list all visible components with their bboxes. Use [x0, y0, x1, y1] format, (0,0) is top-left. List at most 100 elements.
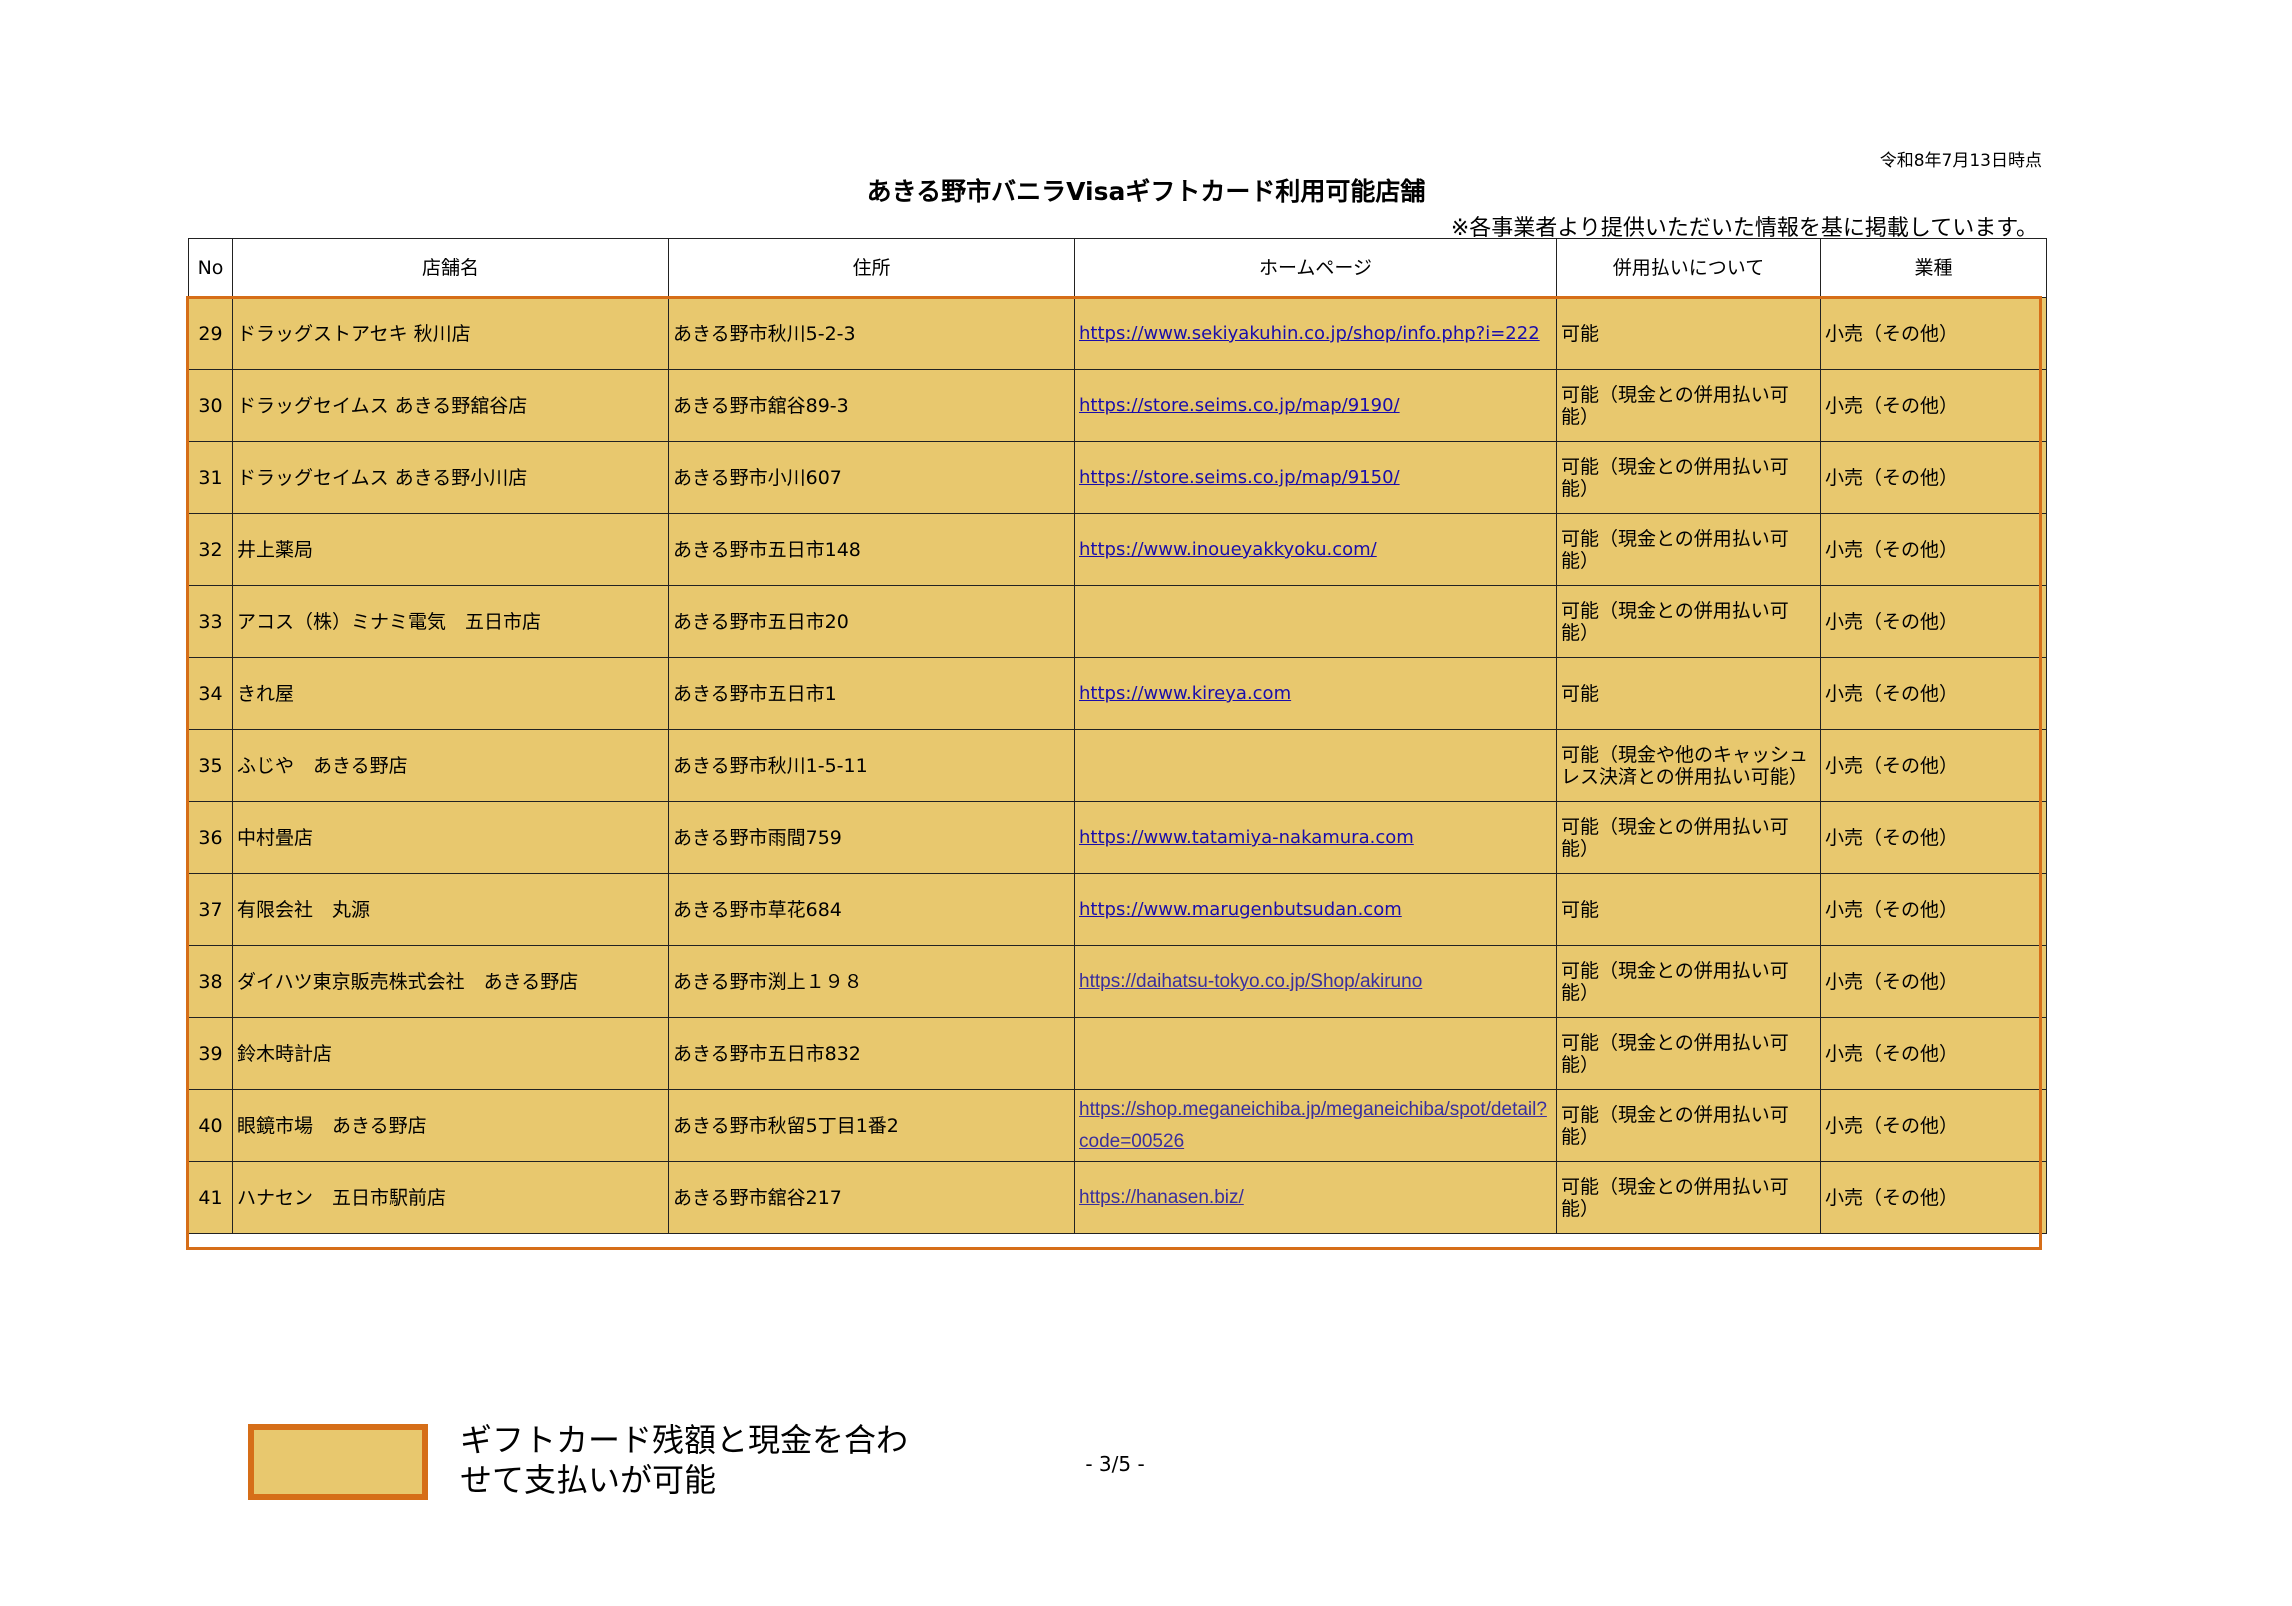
- cell-category: 小売（その他）: [1820, 585, 2047, 658]
- cell-homepage: [1074, 729, 1557, 802]
- cell-category: 小売（その他）: [1820, 801, 2047, 874]
- homepage-link[interactable]: https://www.inoueyakkyoku.com/: [1079, 539, 1377, 560]
- cell-payment: 可能（現金や他のキャッシュレス決済との併用払い可能）: [1556, 729, 1821, 802]
- cell-store-name: 眼鏡市場 あきる野店: [232, 1089, 669, 1162]
- cell-category: 小売（その他）: [1820, 729, 2047, 802]
- cell-category: 小売（その他）: [1820, 1017, 2047, 1090]
- homepage-link[interactable]: https://www.tatamiya-nakamura.com: [1079, 827, 1414, 848]
- cell-store-name: ハナセン 五日市駅前店: [232, 1161, 669, 1234]
- cell-no: 40: [188, 1089, 233, 1162]
- cell-payment: 可能: [1556, 873, 1821, 946]
- homepage-link[interactable]: https://store.seims.co.jp/map/9150/: [1079, 467, 1400, 488]
- cell-category: 小売（その他）: [1820, 657, 2047, 730]
- homepage-link[interactable]: https://daihatsu-tokyo.co.jp/Shop/akirun…: [1079, 971, 1422, 992]
- cell-address: あきる野市五日市20: [668, 585, 1075, 658]
- cell-homepage: https://www.kireya.com: [1074, 657, 1557, 730]
- cell-address: あきる野市秋川5-2-3: [668, 297, 1075, 370]
- table-row: 40 眼鏡市場 あきる野店 あきる野市秋留5丁目1番2 https://shop.me…: [188, 1089, 2047, 1162]
- cell-homepage: https://store.seims.co.jp/map/9190/: [1074, 369, 1557, 442]
- cell-no: 39: [188, 1017, 233, 1090]
- table-row: 39 鈴木時計店 あきる野市五日市832 可能（現金との併用払い可能） 小売（その他）: [188, 1017, 2047, 1090]
- cell-address: あきる野市舘谷217: [668, 1161, 1075, 1234]
- cell-no: 30: [188, 369, 233, 442]
- cell-store-name: 有限会社 丸源: [232, 873, 669, 946]
- cell-address: あきる野市舘谷89-3: [668, 369, 1075, 442]
- cell-category: 小売（その他）: [1820, 873, 2047, 946]
- cell-payment: 可能: [1556, 657, 1821, 730]
- homepage-link[interactable]: https://hanasen.biz/: [1079, 1187, 1244, 1208]
- cell-payment: 可能（現金との併用払い可能）: [1556, 369, 1821, 442]
- cell-category: 小売（その他）: [1820, 513, 2047, 586]
- homepage-link[interactable]: https://www.sekiyakuhin.co.jp/shop/info.…: [1079, 323, 1540, 344]
- cell-homepage: [1074, 1017, 1557, 1090]
- column-header-no: No: [188, 238, 233, 298]
- cell-payment: 可能（現金との併用払い可能）: [1556, 1089, 1821, 1162]
- cell-category: 小売（その他）: [1820, 945, 2047, 1018]
- table-row: 33 アコス（株）ミナミ電気 五日市店 あきる野市五日市20 可能（現金との併用払い可…: [188, 585, 2047, 658]
- cell-address: あきる野市五日市1: [668, 657, 1075, 730]
- legend-swatch: [248, 1424, 428, 1500]
- cell-homepage: https://www.marugenbutsudan.com: [1074, 873, 1557, 946]
- table-row: 36 中村畳店 あきる野市雨間759 https://www.tatamiya-nak…: [188, 801, 2047, 874]
- cell-store-name: 鈴木時計店: [232, 1017, 669, 1090]
- column-header-payment: 併用払いについて: [1556, 238, 1821, 298]
- page-title: あきる野市バニラVisaギフトカード利用可能店舗: [866, 177, 1426, 206]
- cell-store-name: アコス（株）ミナミ電気 五日市店: [232, 585, 669, 658]
- cell-homepage: https://shop.meganeichiba.jp/meganeichib…: [1074, 1089, 1557, 1162]
- cell-no: 32: [188, 513, 233, 586]
- table-header-row: No 店舗名 住所 ホームページ 併用払いについて 業種: [188, 238, 2047, 298]
- table-row: 32 井上薬局 あきる野市五日市148 https://www.inoueyakkyo…: [188, 513, 2047, 586]
- cell-category: 小売（その他）: [1820, 441, 2047, 514]
- homepage-link[interactable]: https://store.seims.co.jp/map/9190/: [1079, 395, 1400, 416]
- cell-homepage: https://store.seims.co.jp/map/9150/: [1074, 441, 1557, 514]
- cell-payment: 可能（現金との併用払い可能）: [1556, 441, 1821, 514]
- store-table: No 店舗名 住所 ホームページ 併用払いについて 業種 29 ドラッグストアセキ…: [188, 238, 2047, 1234]
- homepage-link[interactable]: https://www.marugenbutsudan.com: [1079, 899, 1402, 920]
- cell-address: あきる野市雨間759: [668, 801, 1075, 874]
- cell-category: 小売（その他）: [1820, 297, 2047, 370]
- page-number: - 3/5 -: [1085, 1452, 1145, 1476]
- cell-payment: 可能（現金との併用払い可能）: [1556, 1161, 1821, 1234]
- cell-address: あきる野市秋留5丁目1番2: [668, 1089, 1075, 1162]
- cell-address: あきる野市秋川1-5-11: [668, 729, 1075, 802]
- cell-homepage: https://www.sekiyakuhin.co.jp/shop/info.…: [1074, 297, 1557, 370]
- cell-no: 34: [188, 657, 233, 730]
- cell-address: あきる野市五日市148: [668, 513, 1075, 586]
- table-row: 37 有限会社 丸源 あきる野市草花684 https://www.marugenbu…: [188, 873, 2047, 946]
- cell-payment: 可能（現金との併用払い可能）: [1556, 1017, 1821, 1090]
- table-row: 29 ドラッグストアセキ 秋川店 あきる野市秋川5-2-3 https://www.s…: [188, 297, 2047, 370]
- cell-no: 37: [188, 873, 233, 946]
- cell-payment: 可能: [1556, 297, 1821, 370]
- homepage-link[interactable]: https://www.kireya.com: [1079, 683, 1291, 704]
- cell-store-name: ドラッグストアセキ 秋川店: [232, 297, 669, 370]
- table-row: 31 ドラッグセイムス あきる野小川店 あきる野市小川607 https://stor…: [188, 441, 2047, 514]
- table-row: 38 ダイハツ東京販売株式会社 あきる野店 あきる野市渕上１９８ https://da…: [188, 945, 2047, 1018]
- table-row: 30 ドラッグセイムス あきる野舘谷店 あきる野市舘谷89-3 https://sto…: [188, 369, 2047, 442]
- cell-store-name: ダイハツ東京販売株式会社 あきる野店: [232, 945, 669, 1018]
- column-header-homepage: ホームページ: [1074, 238, 1557, 298]
- cell-payment: 可能（現金との併用払い可能）: [1556, 585, 1821, 658]
- cell-homepage: https://daihatsu-tokyo.co.jp/Shop/akirun…: [1074, 945, 1557, 1018]
- cell-no: 41: [188, 1161, 233, 1234]
- cell-no: 33: [188, 585, 233, 658]
- date-note: 令和8年7月13日時点: [1879, 151, 2042, 171]
- cell-store-name: きれ屋: [232, 657, 669, 730]
- cell-no: 38: [188, 945, 233, 1018]
- column-header-name: 店舗名: [232, 238, 669, 298]
- cell-address: あきる野市渕上１９８: [668, 945, 1075, 1018]
- cell-no: 36: [188, 801, 233, 874]
- cell-address: あきる野市小川607: [668, 441, 1075, 514]
- cell-store-name: ドラッグセイムス あきる野舘谷店: [232, 369, 669, 442]
- cell-category: 小売（その他）: [1820, 369, 2047, 442]
- cell-category: 小売（その他）: [1820, 1161, 2047, 1234]
- table-row: 34 きれ屋 あきる野市五日市1 https://www.kireya.com 可能 小売…: [188, 657, 2047, 730]
- column-header-address: 住所: [668, 238, 1075, 298]
- cell-homepage: https://www.tatamiya-nakamura.com: [1074, 801, 1557, 874]
- cell-store-name: ドラッグセイムス あきる野小川店: [232, 441, 669, 514]
- homepage-link[interactable]: https://shop.meganeichiba.jp/meganeichib…: [1079, 1099, 1547, 1152]
- cell-homepage: [1074, 585, 1557, 658]
- cell-category: 小売（その他）: [1820, 1089, 2047, 1162]
- cell-no: 29: [188, 297, 233, 370]
- cell-address: あきる野市五日市832: [668, 1017, 1075, 1090]
- legend-text: ギフトカード残額と現金を合わせて支払いが可能: [460, 1421, 909, 1499]
